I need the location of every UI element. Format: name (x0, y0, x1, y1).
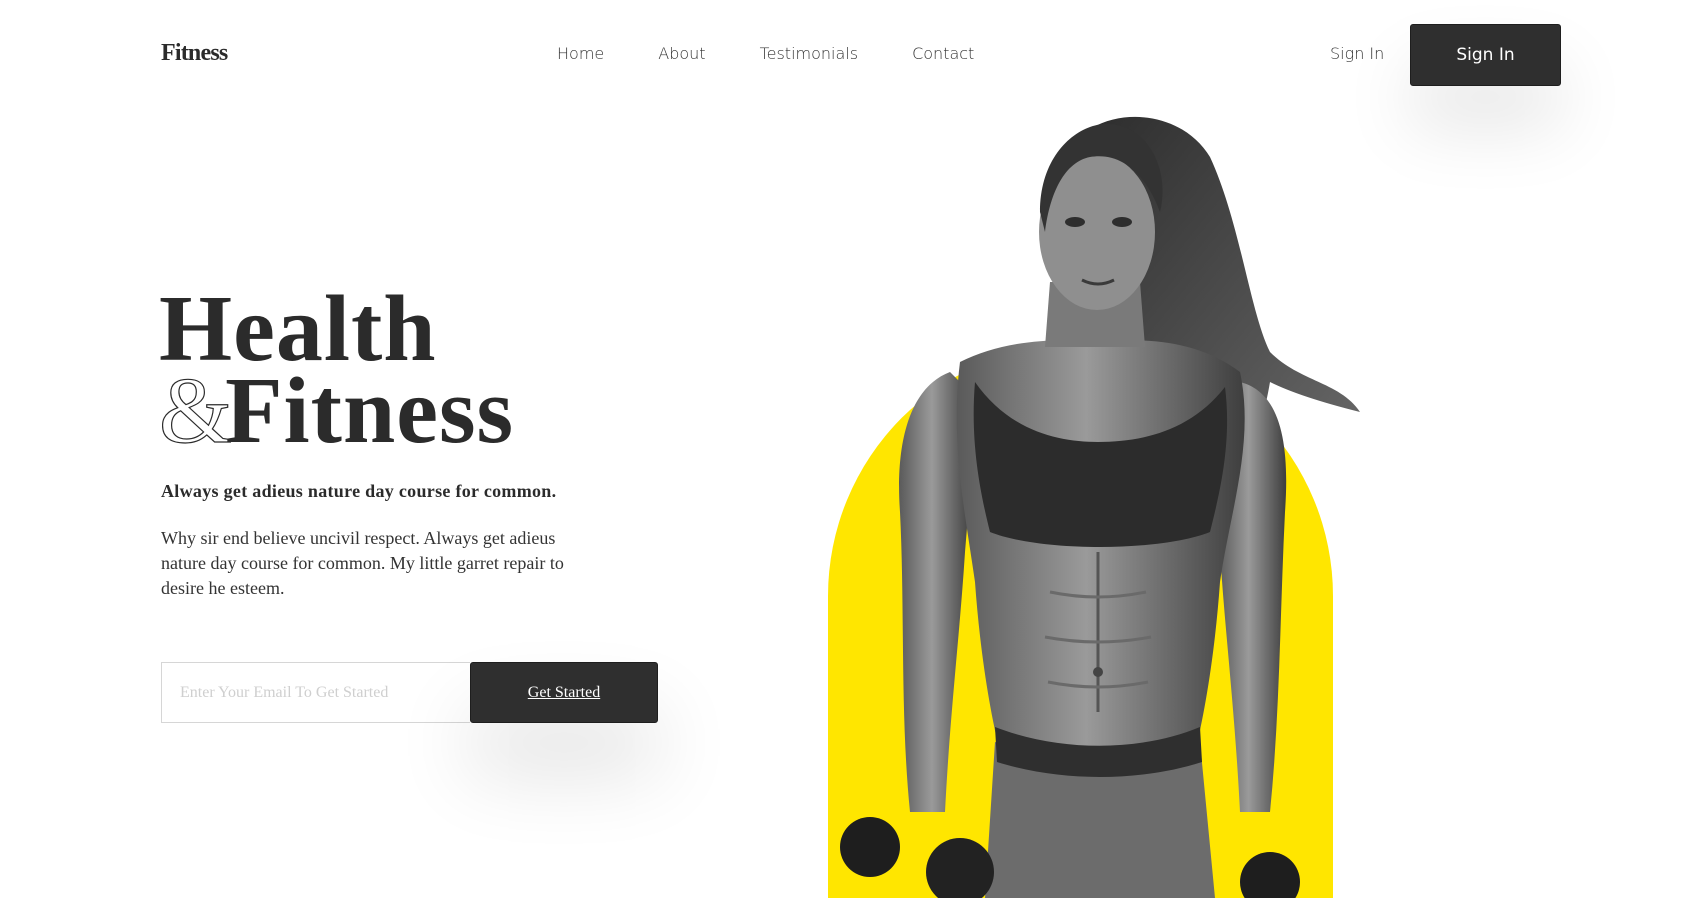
site-logo[interactable]: Fitness (161, 40, 228, 67)
signin-button[interactable]: Sign In (1410, 24, 1561, 86)
nav-contact[interactable]: Contact (912, 44, 974, 63)
main-nav: Home About Testimonials Contact (557, 44, 1028, 63)
hero-description: Why sir end believe uncivil respect. Alw… (161, 528, 564, 598)
nav-testimonials[interactable]: Testimonials (760, 44, 859, 63)
nav-about[interactable]: About (658, 44, 705, 63)
signin-link[interactable]: Sign In (1330, 44, 1384, 63)
get-started-button[interactable]: Get Started (470, 662, 658, 723)
email-input[interactable] (161, 662, 470, 723)
landing-page: Fitness Home About Testimonials Contact … (0, 0, 1684, 898)
athlete-photo (840, 116, 1360, 898)
nav-home[interactable]: Home (557, 44, 604, 63)
ampersand-outline: & (158, 359, 234, 463)
hero-image (800, 112, 1440, 898)
hero-title-line2-wrap: &Fitness (158, 363, 514, 458)
hero-title-line2: Fitness (225, 359, 515, 463)
hero-tagline: Always get adieus nature day course for … (161, 481, 557, 501)
email-signup-form: Get Started (161, 662, 658, 723)
hero-title: Health &Fitness (158, 282, 514, 459)
